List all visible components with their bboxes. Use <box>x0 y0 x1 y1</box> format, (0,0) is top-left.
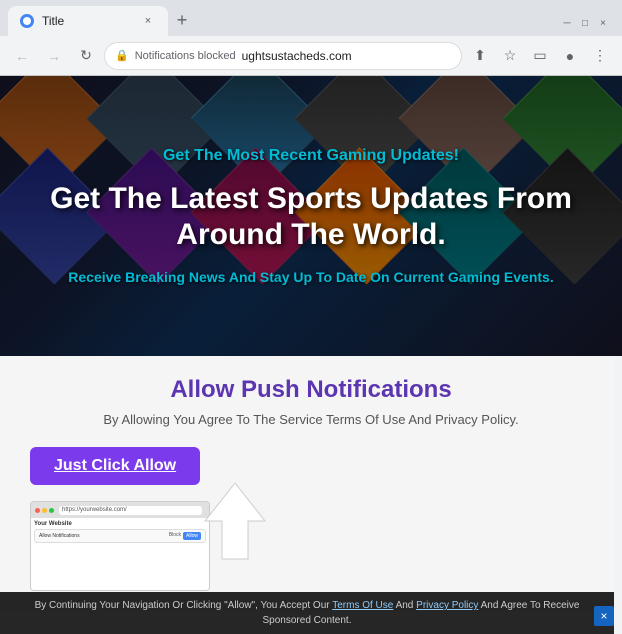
mini-browser-area: https://yourwebsite.com/ Your Website Al… <box>30 501 592 591</box>
bookmark-button[interactable]: ☆ <box>496 42 524 70</box>
just-click-allow-button[interactable]: Just Click Allow <box>30 447 200 485</box>
cast-button[interactable]: ▭ <box>526 42 554 70</box>
hero-sub-desc: Receive Breaking News And Stay Up To Dat… <box>68 269 553 285</box>
footer-text: By Continuing Your Navigation Or Clickin… <box>35 600 330 611</box>
footer-bar: By Continuing Your Navigation Or Clickin… <box>0 592 614 634</box>
toolbar: ← → ↻ 🔒 Notifications blocked ughtsustac… <box>0 36 622 76</box>
privacy-link[interactable]: Privacy Policy <box>416 600 478 611</box>
mini-url-bar: https://yourwebsite.com/ <box>59 506 202 515</box>
allow-push-title: Allow Push Notifications <box>30 376 592 404</box>
mini-browser-content: Your Website Allow Notifications Block A… <box>31 518 209 590</box>
hero-main-title: Get The Latest Sports Updates From Aroun… <box>20 181 602 253</box>
url-display: ughtsustacheds.com <box>242 49 451 63</box>
allow-push-subtitle: By Allowing You Agree To The Service Ter… <box>30 412 592 427</box>
mini-allow-btn[interactable]: Allow <box>183 532 201 540</box>
mini-notification-actions: Block Allow <box>169 532 201 540</box>
window-controls: ─ □ × <box>560 16 614 30</box>
footer-and: And <box>396 600 414 611</box>
forward-button[interactable]: → <box>40 42 68 70</box>
hero-overlay: Get The Most Recent Gaming Updates! Get … <box>0 76 622 356</box>
hero-sub-title: Get The Most Recent Gaming Updates! <box>163 147 459 165</box>
omnibox[interactable]: 🔒 Notifications blocked ughtsustacheds.c… <box>104 42 462 70</box>
back-button[interactable]: ← <box>8 42 36 70</box>
up-arrow-icon <box>200 481 270 561</box>
mini-dot-green <box>49 508 54 513</box>
mini-notification-bar: Allow Notifications Block Allow <box>34 529 206 543</box>
notification-blocked-label: Notifications blocked <box>135 50 236 62</box>
mini-notification-text: Allow Notifications <box>39 533 80 539</box>
mini-browser-bar: https://yourwebsite.com/ <box>31 502 209 518</box>
menu-button[interactable]: ⋮ <box>586 42 614 70</box>
footer-close-button[interactable]: × <box>594 606 614 626</box>
mini-url-text: https://yourwebsite.com/ <box>62 507 127 513</box>
terms-link[interactable]: Terms Of Use <box>332 600 393 611</box>
tab-strip: Title × + <box>8 6 560 36</box>
mini-dot-yellow <box>42 508 47 513</box>
mini-site-label: Your Website <box>34 521 206 527</box>
maximize-button[interactable]: □ <box>578 16 592 30</box>
page-content: Get The Most Recent Gaming Updates! Get … <box>0 76 622 634</box>
mini-browser-screenshot: https://yourwebsite.com/ Your Website Al… <box>30 501 210 591</box>
mini-block-btn[interactable]: Block <box>169 532 181 540</box>
mini-dot-red <box>35 508 40 513</box>
new-tab-button[interactable]: + <box>168 6 196 34</box>
share-button[interactable]: ⬆ <box>466 42 494 70</box>
toolbar-actions: ⬆ ☆ ▭ ● ⋮ <box>466 42 614 70</box>
close-button[interactable]: × <box>596 16 610 30</box>
tab-title: Title <box>42 14 132 28</box>
lock-icon: 🔒 <box>115 49 129 62</box>
active-tab[interactable]: Title × <box>8 6 168 36</box>
profile-button[interactable]: ● <box>556 42 584 70</box>
arrow-container <box>200 481 270 561</box>
hero-banner: Get The Most Recent Gaming Updates! Get … <box>0 76 622 356</box>
title-bar: Title × + ─ □ × <box>0 0 622 36</box>
minimize-button[interactable]: ─ <box>560 16 574 30</box>
tab-favicon <box>20 14 34 28</box>
chrome-frame: Title × + ─ □ × ← → ↻ 🔒 Notifications bl… <box>0 0 622 634</box>
page-body: Allow Push Notifications By Allowing You… <box>0 356 622 611</box>
reload-button[interactable]: ↻ <box>72 42 100 70</box>
tab-close-button[interactable]: × <box>140 13 156 29</box>
